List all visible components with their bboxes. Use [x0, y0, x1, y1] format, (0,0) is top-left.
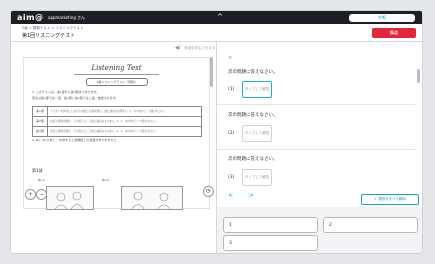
question-divider [217, 104, 415, 105]
paper-box-label: 3級リスニングテスト（問題） [86, 78, 148, 86]
question-prompt: 次の問題に答えなさい。 [228, 113, 278, 118]
grade-button[interactable]: 採点 [372, 28, 416, 38]
top-bar: aim@ appmarketing さん ^ 中断 [11, 11, 422, 24]
question-scrollbar[interactable] [417, 69, 420, 83]
app-logo: aim@ [17, 13, 44, 22]
row-text: イラストを参考にしながら対話と応答を聞き，最も適切な応答を1，2，3の中から一つ… [50, 110, 167, 113]
question-prompt: 次の問題に答えなさい。 [228, 70, 278, 75]
row-text: 対話と質問を聞き，その答えとして最も適切なものを1，2，3，4の中から一つ選びな… [50, 120, 158, 123]
paper-note: 2. No. 30 のあと，10秒すると試験終了の合図がありますので， [32, 138, 120, 142]
table-row: 第3部 英文と質問を聞き，その答えとして最も適切なものを1，2，3，4の中から一… [33, 127, 201, 136]
rotate-button[interactable]: ⟳ [203, 186, 214, 197]
title-underline [74, 74, 159, 75]
row-label: 第2部 [33, 117, 48, 126]
question-number: (1) [228, 87, 235, 92]
question-divider [217, 149, 415, 150]
item-number-2: No.2 [102, 178, 109, 182]
zoom-in-button[interactable]: + [25, 189, 36, 200]
answer-option-3[interactable]: 3 [223, 235, 318, 251]
row-label: 第1部 [33, 107, 48, 116]
paper-intro-1: 1. このテストは，第1部から第3部まであります。 [32, 90, 100, 94]
paper-title: Listening Test [91, 64, 142, 72]
illustration-1 [46, 186, 94, 210]
breadcrumb: 3級 > 模擬テスト > リスニングテスト [22, 26, 84, 30]
collapse-caret-icon[interactable]: ^ [217, 12, 223, 23]
user-name: appmarketing さん [48, 15, 86, 20]
prev-question-button[interactable]: < [228, 192, 233, 199]
clear-all-button[interactable]: ✕ 選択をすべて解除 [361, 194, 419, 205]
item-number-1: No.1 [38, 178, 45, 182]
question-number: (3) [228, 175, 235, 180]
paper-intro-2: 英文は第1部では一度，第2部と第3部では二度，放送されます。 [32, 96, 119, 100]
paper-table: 第1部 イラストを参考にしながら対話と応答を聞き，最も適切な応答を1，2，3の中… [32, 106, 202, 137]
test-paper: Listening Test 3級リスニングテスト（問題） 1. このテストは，… [23, 57, 210, 210]
table-row: 第1部 イラストを参考にしながら対話と応答を聞き，最も適切な応答を1，2，3の中… [33, 107, 201, 117]
question-prompt: 次の問題に答えなさい。 [228, 157, 278, 162]
page-title: 第1回リスニングテスト [22, 33, 76, 39]
answer-tap-box[interactable]: タップして解答 [242, 81, 272, 98]
app-window: aim@ appmarketing さん ^ 中断 3級 > 模擬テスト > リ… [11, 11, 422, 253]
question-pane: > 次の問題に答えなさい。 (1) タップして解答 次の問題に答えなさい。 (2… [217, 42, 422, 207]
next-question-button[interactable]: > [249, 192, 254, 199]
question-number: (2) [228, 131, 235, 136]
speaker-icon[interactable]: ◀) [175, 45, 181, 51]
audio-label: 音源を再生できます [184, 46, 216, 50]
illustration-2 [121, 186, 183, 210]
table-row: 第2部 対話と質問を聞き，その答えとして最も適切なものを1，2，3，4の中から一… [33, 117, 201, 127]
answer-panel: 1 2 3 [217, 207, 422, 253]
answer-option-2[interactable]: 2 [323, 217, 418, 233]
answer-option-1[interactable]: 1 [223, 217, 318, 233]
expand-arrow-icon[interactable]: > [228, 55, 232, 61]
row-text: 英文と質問を聞き，その答えとして最も適切なものを1，2，3，4の中から一つ選びな… [50, 130, 158, 133]
answer-tap-box[interactable]: タップして解答 [242, 169, 272, 186]
zoom-out-button[interactable]: − [36, 189, 47, 200]
people-illustration-icon [54, 191, 84, 210]
section-heading: 第1部 [32, 168, 43, 173]
people-illustration-icon [131, 191, 171, 210]
row-label: 第3部 [33, 127, 48, 136]
answer-tap-box[interactable]: タップして解答 [242, 125, 272, 142]
paper-scrollbar[interactable] [210, 57, 213, 87]
pause-button[interactable]: 中断 [349, 14, 415, 22]
